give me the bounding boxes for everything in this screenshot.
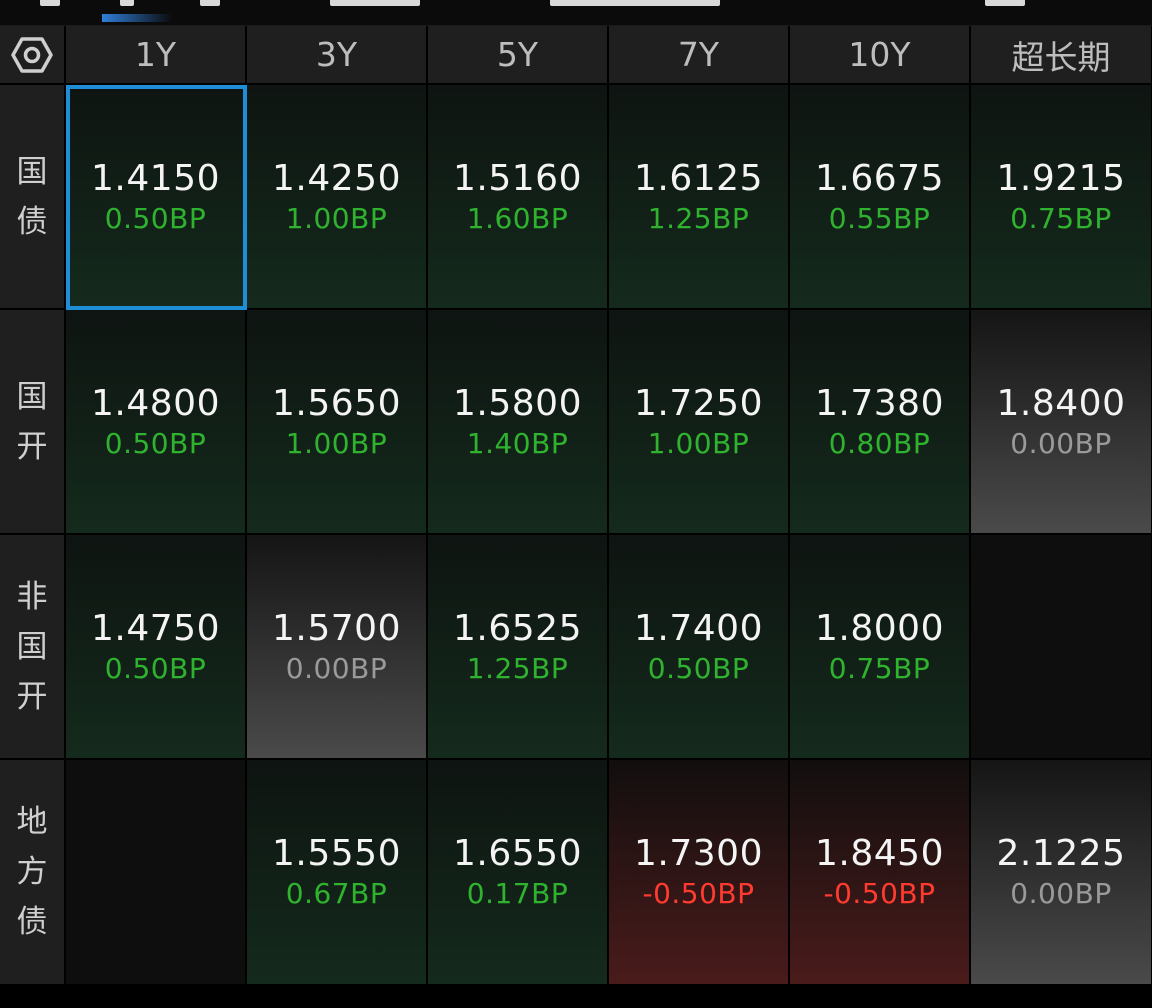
yield-change: 0.17BP (466, 877, 569, 910)
yield-value: 1.4750 (91, 607, 220, 649)
yield-cell[interactable]: 1.6125 1.25BP (609, 85, 790, 310)
yield-cell[interactable]: 1.5550 0.67BP (247, 760, 428, 986)
yield-cell[interactable]: 1.6675 0.55BP (790, 85, 971, 310)
yield-value: 1.7400 (634, 607, 763, 649)
yield-grid: 1Y 3Y 5Y 7Y 10Y 超长期 国债 1.4150 0.50BP 1.4250… (0, 26, 1152, 986)
yield-value: 1.4800 (91, 382, 220, 424)
row-header[interactable]: 国债 (0, 85, 66, 310)
row-header-char: 债 (16, 203, 48, 240)
yield-value: 1.4250 (272, 157, 401, 199)
yield-value: 1.4150 (91, 157, 220, 199)
yield-cell[interactable]: 1.8000 0.75BP (790, 535, 971, 760)
yield-cell[interactable]: 1.4750 0.50BP (66, 535, 247, 760)
yield-value: 1.5700 (272, 607, 401, 649)
yield-change: 0.00BP (1010, 877, 1112, 910)
yield-value: 1.8000 (815, 607, 944, 649)
yield-cell[interactable]: 2.1225 0.00BP (971, 760, 1152, 986)
row-header[interactable]: 地方债 (0, 760, 66, 986)
yield-change: 0.50BP (647, 651, 750, 685)
tenor-header-1y[interactable]: 1Y (66, 26, 247, 85)
yield-value: 1.6525 (453, 607, 582, 649)
row-header-char: 开 (16, 428, 48, 465)
yield-cell[interactable]: 1.6525 1.25BP (428, 535, 609, 760)
row-header[interactable]: 国开 (0, 310, 66, 535)
yield-change: 0.55BP (828, 201, 931, 235)
row-header-char: 债 (16, 904, 48, 940)
yield-change: 0.75BP (828, 651, 931, 685)
yield-value: 1.8400 (996, 382, 1126, 424)
yield-change: 1.00BP (285, 426, 388, 460)
yield-value: 1.6550 (453, 833, 582, 874)
yield-change: 0.67BP (285, 877, 388, 910)
yield-cell[interactable]: 1.8400 0.00BP (971, 310, 1152, 535)
yield-value: 1.6675 (815, 157, 944, 199)
yield-value: 2.1225 (996, 833, 1126, 874)
yield-value: 1.5650 (272, 382, 401, 424)
row-header-char: 国 (16, 153, 48, 190)
yield-change: 0.80BP (828, 426, 931, 460)
yield-change: 1.25BP (466, 651, 569, 685)
yield-cell[interactable]: 1.4250 1.00BP (247, 85, 428, 310)
yield-cell[interactable]: 1.7250 1.00BP (609, 310, 790, 535)
yield-value: 1.7300 (634, 833, 763, 874)
yield-cell[interactable]: 1.6550 0.17BP (428, 760, 609, 986)
top-tab-bar (0, 0, 1152, 26)
yield-cell[interactable]: 1.5650 1.00BP (247, 310, 428, 535)
yield-value: 1.8450 (815, 833, 944, 874)
yield-cell-selected[interactable]: 1.4150 0.50BP (66, 85, 247, 310)
yield-cell[interactable]: 1.7400 0.50BP (609, 535, 790, 760)
yield-change: 1.00BP (647, 426, 750, 460)
tenor-header-10y[interactable]: 10Y (790, 26, 971, 85)
yield-cell[interactable]: 1.7300 -0.50BP (609, 760, 790, 986)
tenor-header-ultra-long[interactable]: 超长期 (971, 26, 1152, 85)
yield-cell[interactable]: 1.5800 1.40BP (428, 310, 609, 535)
yield-cell[interactable]: 1.4800 0.50BP (66, 310, 247, 535)
tenor-header-5y[interactable]: 5Y (428, 26, 609, 85)
yield-value: 1.5160 (453, 157, 582, 199)
tenor-header-7y[interactable]: 7Y (609, 26, 790, 85)
yield-change: 1.60BP (466, 201, 569, 235)
yield-value: 1.7380 (815, 382, 944, 424)
row-header-char: 非 (16, 578, 48, 615)
yield-cell[interactable]: 1.8450 -0.50BP (790, 760, 971, 986)
yield-change: 0.00BP (285, 651, 388, 685)
yield-change: 1.25BP (647, 201, 750, 235)
yield-change: 0.50BP (104, 201, 207, 235)
yield-value: 1.5550 (272, 833, 401, 874)
yield-cell (971, 535, 1152, 760)
yield-value: 1.9215 (996, 157, 1126, 199)
yield-cell[interactable]: 1.5700 0.00BP (247, 535, 428, 760)
yield-value: 1.5800 (453, 382, 582, 424)
yield-change: 0.50BP (104, 426, 207, 460)
yield-change: -0.50BP (823, 877, 936, 910)
yield-change: 0.00BP (1010, 426, 1112, 460)
yield-change: 1.40BP (466, 426, 569, 460)
yield-change: -0.50BP (642, 877, 755, 910)
yield-cell[interactable]: 1.9215 0.75BP (971, 85, 1152, 310)
yield-value: 1.6125 (634, 157, 763, 199)
active-tab-indicator (102, 14, 172, 22)
yield-change: 0.50BP (104, 651, 207, 685)
row-header-char: 地 (16, 804, 48, 840)
settings-hexagon-icon (11, 36, 53, 73)
yield-value: 1.7250 (634, 382, 763, 424)
row-header[interactable]: 非国开 (0, 535, 66, 760)
yield-change: 1.00BP (285, 201, 388, 235)
row-header-char: 国 (16, 378, 48, 415)
settings-button[interactable] (0, 26, 66, 85)
yield-cell (66, 760, 247, 986)
row-header-char: 方 (16, 854, 48, 890)
row-header-char: 国 (16, 628, 48, 665)
yield-cell[interactable]: 1.7380 0.80BP (790, 310, 971, 535)
yield-cell[interactable]: 1.5160 1.60BP (428, 85, 609, 310)
row-header-char: 开 (16, 678, 48, 715)
tenor-header-3y[interactable]: 3Y (247, 26, 428, 85)
yield-change: 0.75BP (1010, 201, 1112, 235)
